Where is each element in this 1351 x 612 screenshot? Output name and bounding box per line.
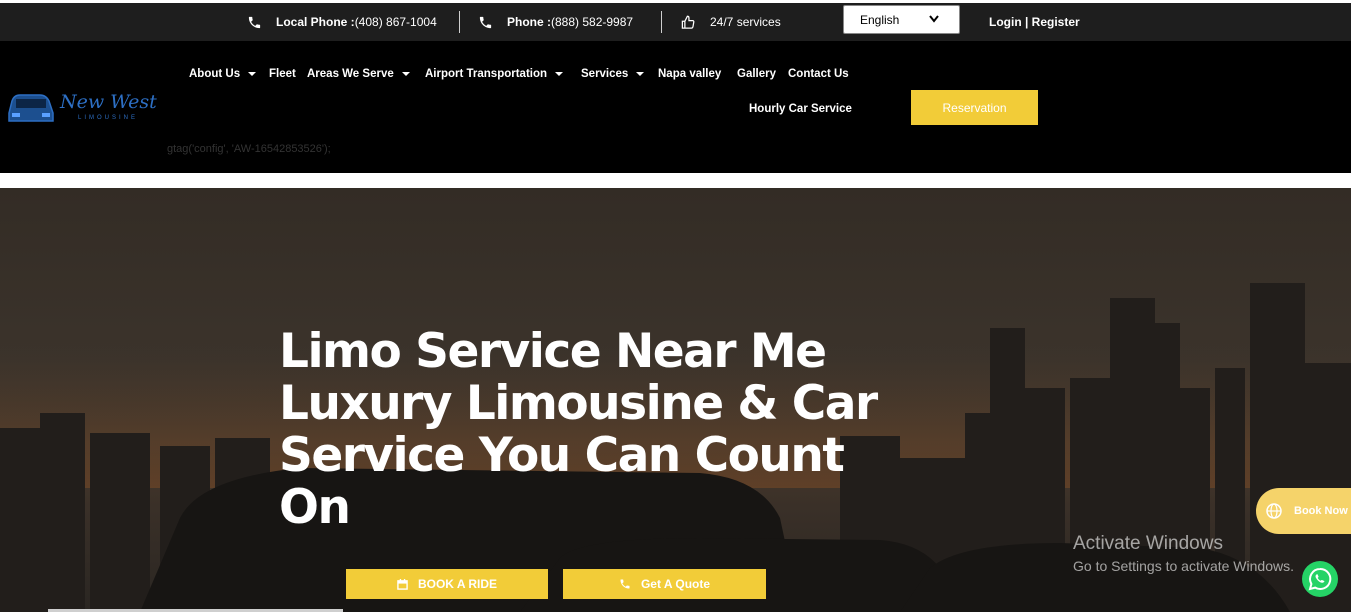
divider xyxy=(459,11,460,33)
local-phone[interactable]: Local Phone : (408) 867-1004 xyxy=(247,3,437,41)
nav-hourly-car-service[interactable]: Hourly Car Service xyxy=(749,101,852,117)
nav-airport-transportation[interactable]: Airport Transportation xyxy=(425,66,564,82)
book-ride-button[interactable]: BOOK A RIDE xyxy=(346,569,548,599)
logo-subtext: LIMOUSINE xyxy=(78,115,139,121)
nav-about-us[interactable]: About Us xyxy=(189,66,257,82)
book-now-floating-button[interactable]: Book Now xyxy=(1256,488,1351,534)
nav-label: About Us xyxy=(189,68,241,80)
nav-napa-valley[interactable]: Napa valley xyxy=(658,66,721,82)
top-contact-bar: Local Phone : (408) 867-1004 Phone : (88… xyxy=(0,3,1351,41)
login-register-link[interactable]: Login | Register xyxy=(989,3,1080,41)
book-ride-label: BOOK A RIDE xyxy=(417,577,498,591)
nav-fleet[interactable]: Fleet xyxy=(269,66,296,82)
nav-contact-us[interactable]: Contact Us xyxy=(788,66,849,82)
nav-label: Areas We Serve xyxy=(307,68,394,80)
nav-label: Napa valley xyxy=(658,68,722,80)
phone-icon xyxy=(248,16,261,28)
limo-car-icon xyxy=(8,94,54,122)
activate-windows-subtitle: Go to Settings to activate Windows. xyxy=(1073,558,1294,574)
hero-headline: Limo Service Near Me Luxury Limousine & … xyxy=(279,324,878,535)
whatsapp-button[interactable] xyxy=(1302,561,1338,597)
logo-text: New West xyxy=(60,91,157,113)
site-header: New West LIMOUSINE About Us Fleet Areas … xyxy=(0,41,1351,173)
chevron-down-icon xyxy=(929,15,939,23)
logo[interactable]: New West LIMOUSINE xyxy=(6,87,166,127)
nav-label: Fleet xyxy=(269,68,296,80)
chevron-down-icon xyxy=(636,72,645,76)
nav-label: Services xyxy=(581,68,629,80)
get-quote-button[interactable]: Get A Quote xyxy=(563,569,766,599)
divider xyxy=(661,11,662,33)
phone-number: (888) 582-9987 xyxy=(551,15,634,29)
local-phone-number: (408) 867-1004 xyxy=(354,15,437,29)
language-select[interactable]: English xyxy=(843,5,960,34)
whatsapp-icon xyxy=(1308,567,1332,591)
gtag-script-text: gtag('config', 'AW-16542853526'); xyxy=(167,143,331,155)
thumbs-up-icon xyxy=(681,15,695,29)
local-phone-label: Local Phone : xyxy=(276,15,355,29)
activate-windows-title: Activate Windows xyxy=(1073,533,1223,554)
nav-services[interactable]: Services xyxy=(581,66,645,82)
nav-areas-we-serve[interactable]: Areas We Serve xyxy=(307,66,410,82)
nav-label: Contact Us xyxy=(788,68,849,80)
get-quote-label: Get A Quote xyxy=(640,577,711,591)
chevron-down-icon xyxy=(555,72,564,76)
nav-label: Gallery xyxy=(737,68,776,80)
nav-gallery[interactable]: Gallery xyxy=(737,66,776,82)
chevron-down-icon xyxy=(401,72,410,76)
phone-label: Phone : xyxy=(507,15,551,29)
phone-icon xyxy=(479,16,492,28)
language-selected: English xyxy=(860,12,900,27)
calendar-icon xyxy=(397,578,408,590)
reservation-button[interactable]: Reservation xyxy=(911,90,1038,125)
chevron-down-icon xyxy=(248,72,257,76)
toll-free-phone[interactable]: Phone : (888) 582-9987 xyxy=(478,3,633,41)
book-now-label: Book Now xyxy=(1294,505,1348,517)
phone-icon xyxy=(620,579,630,589)
services-info: 24/7 services xyxy=(680,3,781,41)
nav-label: Airport Transportation xyxy=(425,68,548,80)
nav-label: Hourly Car Service xyxy=(749,103,852,115)
services-text: 24/7 services xyxy=(710,15,781,29)
globe-icon xyxy=(1266,503,1282,519)
hero-banner: Limo Service Near Me Luxury Limousine & … xyxy=(0,188,1351,612)
